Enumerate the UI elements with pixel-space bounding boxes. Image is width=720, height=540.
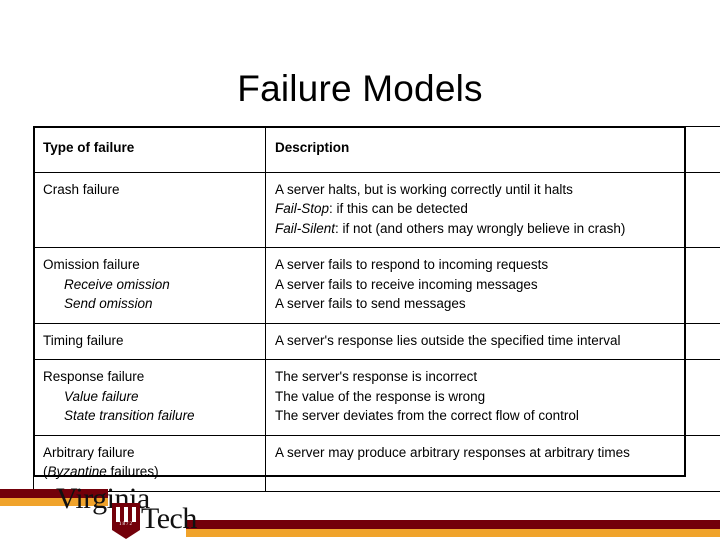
table-header-row: Type of failure Description: [33, 126, 720, 173]
failure-type-name: Timing failure: [43, 332, 124, 348]
table-row: Response failure Value failure State trans…: [33, 359, 720, 436]
cell-failure-description: A server halts, but is working correctly…: [265, 171, 720, 248]
logo-text-tech: Tech: [141, 502, 197, 535]
description-line: The server deviates from the correct flo…: [275, 408, 579, 423]
cell-failure-type: Crash failure: [33, 171, 266, 248]
description-term: Fail-Silent: [275, 220, 336, 236]
column-header-description: Description: [265, 126, 720, 173]
description-line: The value of the response is wrong: [275, 388, 486, 404]
right-orange-stripe: [186, 529, 720, 537]
table-row: Crash failure A server halts, but is work…: [33, 171, 720, 248]
table-row: Timing failure A server's response lies o…: [33, 322, 720, 360]
failure-subtype-name: State transition failure: [64, 408, 195, 423]
cell-failure-type: Response failure Value failure State trans…: [33, 359, 266, 436]
right-maroon-stripe: [186, 520, 720, 529]
description-line: A server fails to send messages: [275, 296, 466, 311]
virginia-tech-shield-icon: 1872: [112, 503, 140, 539]
cell-failure-description: The server's response is incorrect The va…: [265, 359, 720, 436]
description-line: A server's response lies outside the spe…: [275, 332, 621, 348]
cell-failure-description: A server fails to respond to incoming re…: [265, 247, 720, 324]
failure-type-name: Omission failure: [43, 257, 140, 272]
failure-type-name: Response failure: [43, 369, 145, 384]
table-row: Omission failure Receive omission Send omi…: [33, 247, 720, 324]
cell-failure-type: Omission failure Receive omission Send omi…: [33, 247, 266, 324]
description-text: : if this can be detected: [329, 201, 468, 216]
table-body: Crash failure A server halts, but is work…: [33, 171, 720, 492]
shield-point: [112, 530, 140, 539]
failure-subtype-name: Value failure: [64, 388, 139, 404]
failure-models-table: Type of failure Description Crash failur…: [33, 126, 720, 492]
description-line: Fail-Stop: if this can be detected: [275, 199, 715, 219]
cell-failure-description: A server may produce arbitrary responses…: [265, 434, 720, 492]
shield-pillar-1: [116, 507, 120, 522]
description-line: A server may produce arbitrary responses…: [275, 444, 630, 460]
failure-subtype-name: Send omission: [64, 296, 153, 311]
shield-pillar-3: [132, 507, 136, 522]
cell-failure-type: Timing failure: [33, 322, 266, 360]
description-text: : if not (and others may wrongly believe…: [335, 220, 626, 236]
description-line: A server halts, but is working correctly…: [275, 181, 573, 197]
failure-type-alias: (Byzantine failures): [43, 464, 159, 479]
failure-type-name: Arbitrary failure: [43, 444, 135, 460]
column-header-type-of-failure: Type of failure: [33, 126, 266, 173]
description-line: A server fails to respond to incoming re…: [275, 257, 549, 272]
alias-emphasis: Byzantine: [47, 464, 107, 479]
description-line: The server's response is incorrect: [275, 369, 478, 384]
page-title: Failure Models: [237, 67, 483, 109]
description-term: Fail-Stop: [275, 201, 330, 216]
failure-subtype-name: Receive omission: [64, 276, 170, 292]
shield-year-label: 1872: [119, 522, 133, 527]
cell-failure-description: A server's response lies outside the spe…: [265, 322, 720, 360]
failure-type-name: Crash failure: [43, 181, 120, 197]
description-line: Fail-Silent: if not (and others may wron…: [275, 219, 715, 239]
description-line: A server fails to receive incoming messa…: [275, 276, 538, 292]
table-header: Type of failure Description: [33, 126, 720, 173]
shield-pillar-2: [124, 507, 128, 522]
